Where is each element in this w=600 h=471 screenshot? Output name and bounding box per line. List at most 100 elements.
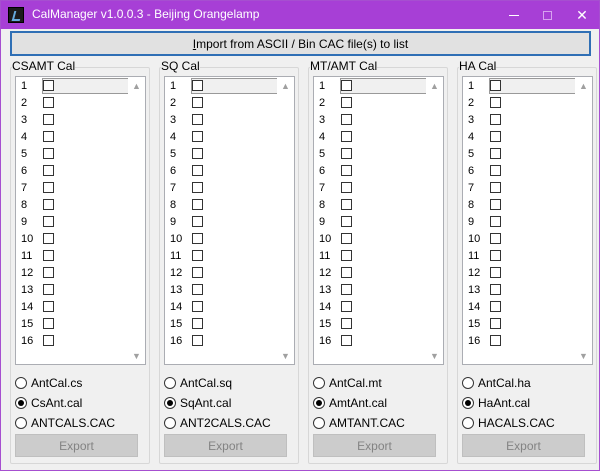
row-checkbox[interactable] bbox=[490, 80, 501, 91]
row-checkbox[interactable] bbox=[43, 165, 54, 176]
row-checkbox[interactable] bbox=[341, 148, 352, 159]
radio-unchecked-icon[interactable] bbox=[164, 417, 176, 429]
list-item[interactable]: 12 bbox=[17, 265, 129, 282]
checked-list[interactable]: 1 2 3 4 5 6 7 8 9 10 11 12 13 14 15 16 ▲ ▼ bbox=[313, 76, 444, 365]
radio-option[interactable]: ANTCALS.CAC bbox=[15, 415, 147, 431]
checked-list[interactable]: 1 2 3 4 5 6 7 8 9 10 11 12 13 14 15 16 ▲ ▼ bbox=[15, 76, 146, 365]
list-item[interactable]: 14 bbox=[464, 299, 576, 316]
row-checkbox[interactable] bbox=[43, 182, 54, 193]
vertical-scrollbar[interactable]: ▲ ▼ bbox=[426, 77, 443, 364]
list-item[interactable]: 15 bbox=[166, 316, 278, 333]
vertical-scrollbar[interactable]: ▲ ▼ bbox=[575, 77, 592, 364]
row-checkbox[interactable] bbox=[341, 233, 352, 244]
list-item[interactable]: 10 bbox=[464, 231, 576, 248]
radio-unchecked-icon[interactable] bbox=[164, 377, 176, 389]
list-item[interactable]: 1 bbox=[17, 78, 129, 95]
row-checkbox[interactable] bbox=[43, 80, 54, 91]
checked-list[interactable]: 1 2 3 4 5 6 7 8 9 10 11 12 13 14 15 16 ▲ ▼ bbox=[164, 76, 295, 365]
list-item[interactable]: 9 bbox=[315, 214, 427, 231]
row-checkbox[interactable] bbox=[341, 284, 352, 295]
list-item[interactable]: 15 bbox=[17, 316, 129, 333]
list-item[interactable]: 7 bbox=[17, 180, 129, 197]
list-item[interactable]: 10 bbox=[315, 231, 427, 248]
row-checkbox[interactable] bbox=[192, 131, 203, 142]
list-item[interactable]: 7 bbox=[166, 180, 278, 197]
list-item[interactable]: 10 bbox=[166, 231, 278, 248]
radio-unchecked-icon[interactable] bbox=[462, 377, 474, 389]
radio-option[interactable]: CsAnt.cal bbox=[15, 395, 147, 411]
list-item[interactable]: 3 bbox=[464, 112, 576, 129]
list-item[interactable]: 13 bbox=[17, 282, 129, 299]
row-checkbox[interactable] bbox=[43, 233, 54, 244]
list-item[interactable]: 5 bbox=[464, 146, 576, 163]
list-item[interactable]: 5 bbox=[315, 146, 427, 163]
radio-option[interactable]: AntCal.mt bbox=[313, 375, 445, 391]
row-checkbox[interactable] bbox=[192, 216, 203, 227]
scroll-up-icon[interactable]: ▲ bbox=[575, 77, 592, 94]
list-item[interactable]: 6 bbox=[17, 163, 129, 180]
row-checkbox[interactable] bbox=[43, 216, 54, 227]
row-checkbox[interactable] bbox=[43, 131, 54, 142]
radio-option[interactable]: SqAnt.cal bbox=[164, 395, 296, 411]
list-item[interactable]: 8 bbox=[166, 197, 278, 214]
list-item[interactable]: 5 bbox=[166, 146, 278, 163]
list-item[interactable]: 4 bbox=[315, 129, 427, 146]
export-button[interactable]: Export bbox=[462, 434, 585, 457]
list-item[interactable]: 10 bbox=[17, 231, 129, 248]
list-item[interactable]: 1 bbox=[166, 78, 278, 95]
list-item[interactable]: 14 bbox=[166, 299, 278, 316]
list-item[interactable]: 12 bbox=[464, 265, 576, 282]
row-checkbox[interactable] bbox=[341, 199, 352, 210]
row-checkbox[interactable] bbox=[341, 165, 352, 176]
row-checkbox[interactable] bbox=[490, 301, 501, 312]
row-checkbox[interactable] bbox=[43, 199, 54, 210]
list-item[interactable]: 9 bbox=[166, 214, 278, 231]
radio-option[interactable]: HACALS.CAC bbox=[462, 415, 594, 431]
row-checkbox[interactable] bbox=[490, 284, 501, 295]
list-item[interactable]: 9 bbox=[17, 214, 129, 231]
vertical-scrollbar[interactable]: ▲ ▼ bbox=[277, 77, 294, 364]
list-item[interactable]: 16 bbox=[464, 333, 576, 350]
row-checkbox[interactable] bbox=[192, 267, 203, 278]
row-checkbox[interactable] bbox=[192, 80, 203, 91]
list-item[interactable]: 2 bbox=[464, 95, 576, 112]
list-item[interactable]: 13 bbox=[315, 282, 427, 299]
radio-checked-icon[interactable] bbox=[313, 397, 325, 409]
scroll-down-icon[interactable]: ▼ bbox=[426, 347, 443, 364]
radio-option[interactable]: ANT2CALS.CAC bbox=[164, 415, 296, 431]
checked-list[interactable]: 1 2 3 4 5 6 7 8 9 10 11 12 13 14 15 16 ▲ ▼ bbox=[462, 76, 593, 365]
list-item[interactable]: 13 bbox=[464, 282, 576, 299]
list-item[interactable]: 16 bbox=[166, 333, 278, 350]
row-checkbox[interactable] bbox=[43, 97, 54, 108]
row-checkbox[interactable] bbox=[490, 148, 501, 159]
row-checkbox[interactable] bbox=[490, 114, 501, 125]
list-item[interactable]: 16 bbox=[315, 333, 427, 350]
row-checkbox[interactable] bbox=[192, 301, 203, 312]
row-checkbox[interactable] bbox=[490, 233, 501, 244]
row-checkbox[interactable] bbox=[192, 114, 203, 125]
row-checkbox[interactable] bbox=[192, 233, 203, 244]
row-checkbox[interactable] bbox=[490, 97, 501, 108]
row-checkbox[interactable] bbox=[341, 250, 352, 261]
row-checkbox[interactable] bbox=[43, 335, 54, 346]
list-item[interactable]: 13 bbox=[166, 282, 278, 299]
radio-checked-icon[interactable] bbox=[164, 397, 176, 409]
export-button[interactable]: Export bbox=[15, 434, 138, 457]
list-item[interactable]: 8 bbox=[315, 197, 427, 214]
row-checkbox[interactable] bbox=[341, 267, 352, 278]
list-item[interactable]: 11 bbox=[17, 248, 129, 265]
list-item[interactable]: 16 bbox=[17, 333, 129, 350]
radio-checked-icon[interactable] bbox=[15, 397, 27, 409]
row-checkbox[interactable] bbox=[192, 284, 203, 295]
radio-unchecked-icon[interactable] bbox=[313, 417, 325, 429]
radio-unchecked-icon[interactable] bbox=[15, 377, 27, 389]
list-item[interactable]: 2 bbox=[315, 95, 427, 112]
row-checkbox[interactable] bbox=[43, 267, 54, 278]
radio-option[interactable]: AntCal.ha bbox=[462, 375, 594, 391]
row-checkbox[interactable] bbox=[43, 148, 54, 159]
list-item[interactable]: 3 bbox=[17, 112, 129, 129]
row-checkbox[interactable] bbox=[490, 318, 501, 329]
list-item[interactable]: 5 bbox=[17, 146, 129, 163]
row-checkbox[interactable] bbox=[341, 80, 352, 91]
row-checkbox[interactable] bbox=[341, 131, 352, 142]
